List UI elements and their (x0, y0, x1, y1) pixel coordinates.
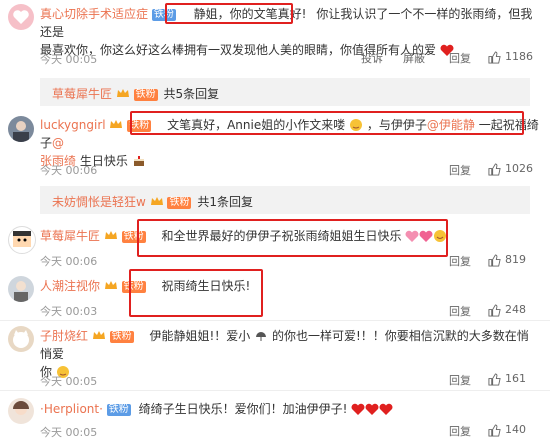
fan-badge: 铁粉 (106, 404, 131, 416)
reply-button[interactable]: 回复 (449, 253, 471, 269)
pink-heart-icon (405, 230, 419, 242)
vip-crown-icon (116, 87, 130, 99)
block-button[interactable]: 屏蔽 (403, 50, 425, 66)
sub-reply-author[interactable]: 未妨惆怅是轻狂w (52, 195, 146, 209)
reply-button[interactable]: 回复 (449, 50, 471, 66)
person-avatar-icon (13, 401, 29, 415)
like-count: 161 (505, 372, 526, 385)
cat-avatar-icon (13, 330, 29, 348)
fan-badge: 铁粉 (167, 197, 192, 209)
heart-avatar-icon (13, 10, 29, 24)
pink-heart-icon (419, 230, 433, 242)
comment-text: 文笔真好，Annie姐的小作文来喽 (167, 118, 346, 132)
report-button[interactable]: 投诉 (361, 50, 383, 66)
comment-author[interactable]: ·Herpliont· (40, 402, 103, 416)
fan-badge: 铁粉 (121, 231, 146, 243)
reply-button[interactable]: 回复 (449, 372, 471, 388)
mention-link[interactable]: @伊能静 (427, 118, 475, 132)
comment-time: 今天 00:06 (40, 255, 98, 268)
fan-badge: 铁粉 (133, 89, 158, 101)
fan-badge: 铁粉 (121, 281, 146, 293)
thumbs-up-icon[interactable] (488, 373, 501, 386)
comment-time: 今天 00:03 (40, 305, 98, 318)
like-count: 140 (505, 423, 526, 436)
reply-button[interactable]: 回复 (449, 303, 471, 319)
cake-emoji-icon (133, 156, 144, 166)
comment-text: 伊能静姐姐!！爱小 (149, 329, 251, 343)
comment-time: 今天 00:05 (40, 53, 98, 66)
smirk-emoji-icon (350, 119, 363, 131)
reply-count-link[interactable]: 共5条回复 (164, 87, 220, 101)
like-count: 1186 (505, 50, 533, 63)
like-count: 248 (505, 303, 526, 316)
comment-4: 人潮注视你 铁粉 祝雨绮生日快乐! 今天 00:03 回复 248 (0, 272, 550, 318)
comment-time: 今天 00:05 (40, 426, 98, 439)
avatar[interactable] (8, 226, 36, 254)
avatar[interactable] (8, 276, 34, 302)
comment-5: 子肘烧红 铁粉 伊能静姐姐!！爱小 的你也一样可爱!！！你要相信沉默的大多数在悄… (0, 322, 550, 388)
comment-text: ，与伊伊子 (366, 118, 427, 132)
comment-text: 绮绮子生日快乐！爱你们！加油伊伊子! (138, 402, 348, 416)
thumbs-up-icon[interactable] (488, 51, 501, 64)
comment-author[interactable]: 真心切除手术适应症 (40, 7, 148, 21)
comment-author[interactable]: 人潮注视你 (40, 279, 100, 293)
fan-badge: 铁粉 (109, 331, 134, 343)
vip-crown-icon (104, 228, 118, 240)
divider (0, 320, 550, 321)
comment-time: 今天 00:05 (40, 375, 98, 388)
comment-time: 今天 00:06 (40, 164, 98, 177)
cartoon-avatar-icon (13, 231, 31, 247)
vip-crown-icon (104, 278, 118, 290)
comment-3: 草莓犀牛匠 铁粉 和全世界最好的伊伊子祝张雨绮姐姐生日快乐 今天 00:06 回… (0, 222, 550, 268)
sub-reply-author[interactable]: 草莓犀牛匠 (52, 87, 112, 101)
like-count: 819 (505, 253, 526, 266)
thumbs-up-icon[interactable] (488, 163, 501, 176)
vip-crown-icon (109, 117, 123, 129)
mention-link[interactable]: @ (52, 136, 64, 150)
comment-1: 真心切除手术适应症 铁粉 静姐，你的文笔真好! 你让我认识了一个不一样的张雨绮，… (0, 0, 550, 66)
vip-crown-icon (150, 195, 164, 207)
avatar[interactable] (8, 398, 34, 424)
comment-2: luckygngirl 铁粉 文笔真好，Annie姐的小作文来喽 ，与伊伊子@伊… (0, 112, 550, 178)
red-heart-icon (379, 403, 393, 415)
avatar[interactable] (8, 116, 34, 142)
person-avatar-icon (13, 121, 29, 142)
avatar[interactable] (8, 4, 34, 30)
avatar[interactable] (8, 326, 34, 352)
cloud-umbrella-icon (256, 332, 267, 341)
comment-text-lead: 静姐，你的文笔真好! (193, 7, 307, 21)
thumbs-up-icon[interactable] (488, 424, 501, 437)
thumbs-up-icon[interactable] (488, 254, 501, 267)
comment-text: 和全世界最好的伊伊子祝张雨绮姐姐生日快乐 (161, 229, 402, 243)
vip-crown-icon (92, 328, 106, 340)
reply-count-link[interactable]: 共1条回复 (197, 195, 253, 209)
thumbs-up-icon[interactable] (488, 304, 501, 317)
comment-author[interactable]: 子肘烧红 (40, 329, 88, 343)
divider (0, 390, 550, 391)
person-avatar-icon (14, 281, 28, 302)
reply-button[interactable]: 回复 (449, 423, 471, 439)
smile-emoji-icon (434, 230, 447, 242)
comment-author[interactable]: luckygngirl (40, 118, 106, 132)
reply-button[interactable]: 回复 (449, 162, 471, 178)
comment-text: 祝雨绮生日快乐! (161, 279, 251, 293)
fan-badge: 铁粉 (151, 9, 176, 21)
sub-reply-bar[interactable]: 草莓犀牛匠 铁粉 共5条回复 (40, 78, 530, 106)
red-heart-icon (351, 403, 365, 415)
sub-reply-bar[interactable]: 未妨惆怅是轻狂w 铁粉 共1条回复 (40, 186, 530, 214)
red-heart-icon (365, 403, 379, 415)
comment-author[interactable]: 草莓犀牛匠 (40, 229, 100, 243)
like-count: 1026 (505, 162, 533, 175)
fan-badge: 铁粉 (127, 120, 152, 132)
comment-6: ·Herpliont· 铁粉 绮绮子生日快乐！爱你们！加油伊伊子! 今天 00:… (0, 392, 550, 440)
